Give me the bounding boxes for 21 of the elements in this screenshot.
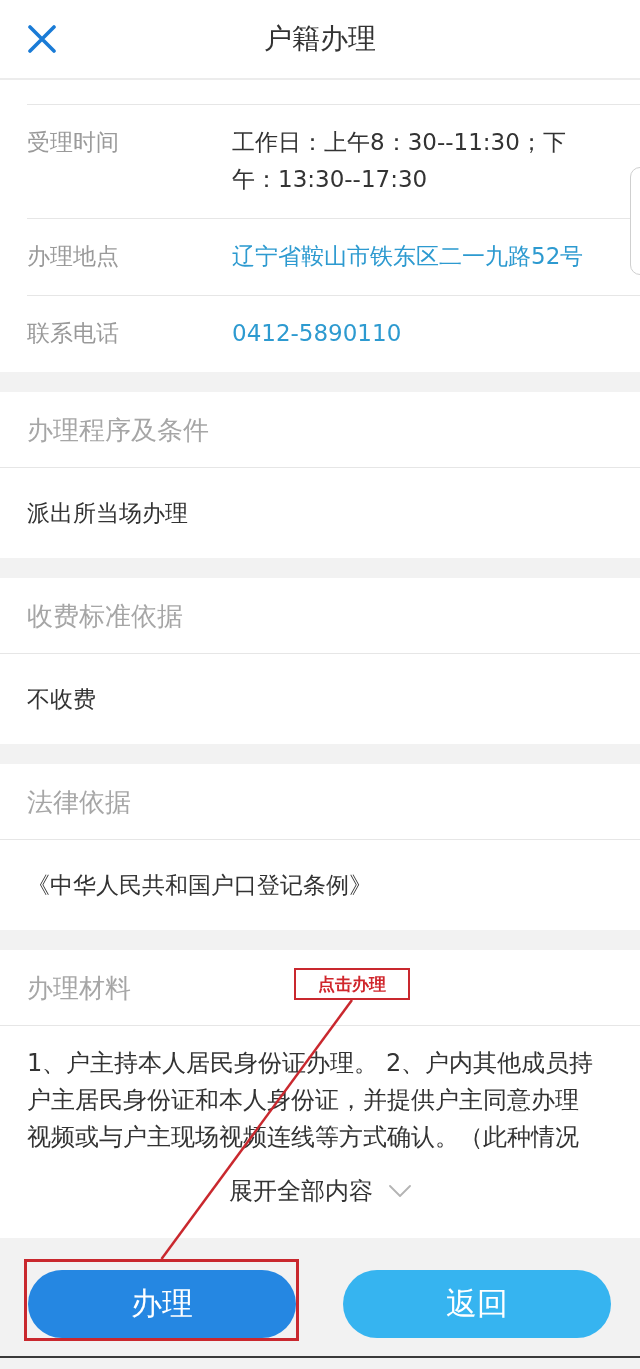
field-value: 工作日：上午8：30--11:30；下午：13:30--17:30 — [232, 128, 567, 194]
section-title: 办理程序及条件 — [27, 413, 209, 447]
section-title: 办理材料 — [27, 971, 131, 1005]
section-title: 收费标准依据 — [27, 599, 183, 633]
expand-button[interactable]: 展开全部内容 — [229, 1173, 411, 1209]
field-label: 办理地点 — [27, 242, 119, 271]
section-title: 法律依据 — [27, 785, 131, 819]
chevron-down-icon — [389, 1185, 411, 1197]
close-icon — [28, 25, 56, 53]
field-label: 受理时间 — [27, 128, 119, 157]
submit-button[interactable]: 办理 — [28, 1270, 296, 1338]
close-button[interactable] — [28, 25, 56, 53]
address-link[interactable]: 辽宁省鞍山市铁东区二一九路52号 — [232, 238, 584, 275]
field-label: 联系电话 — [27, 319, 119, 348]
callout-label: 点击办理 — [294, 968, 410, 1000]
section-text: 派出所当场办理 — [27, 499, 188, 528]
section-text: 不收费 — [27, 685, 96, 714]
back-button[interactable]: 返回 — [343, 1270, 611, 1338]
section-text: 《中华人民共和国户口登记条例》 — [27, 871, 372, 900]
phone-link[interactable]: 0412-5890110 — [232, 315, 402, 352]
page-title: 户籍办理 — [263, 21, 377, 57]
